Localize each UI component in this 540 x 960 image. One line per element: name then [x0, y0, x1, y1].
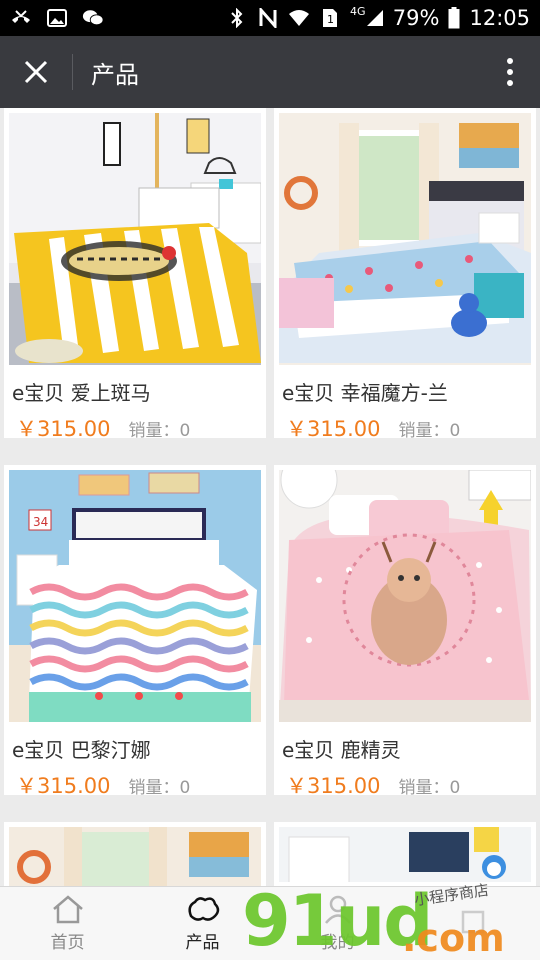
- product-card[interactable]: 34 e宝贝 巴黎汀娜 ￥315.00 销量：0: [4, 465, 266, 798]
- product-price: ￥315.00: [16, 774, 111, 798]
- tab-mine[interactable]: 我的: [270, 887, 405, 960]
- tab-products[interactable]: 产品: [135, 887, 270, 960]
- product-name: e宝贝 巴黎汀娜: [12, 738, 151, 760]
- product-price: ￥315.00: [286, 774, 381, 798]
- app-header: 产品: [0, 36, 540, 108]
- product-sales: 销量：0: [398, 421, 461, 441]
- tab-home-label: 首页: [50, 933, 85, 953]
- user-icon: [324, 895, 351, 924]
- close-icon: [24, 60, 48, 84]
- product-name: e宝贝 幸福魔方-兰: [282, 381, 448, 403]
- close-button[interactable]: [0, 36, 72, 108]
- battery-icon: [448, 7, 460, 29]
- product-card[interactable]: e宝贝 幸福魔方-兰 ￥315.00 销量：0: [274, 108, 536, 441]
- sim-icon: 1: [319, 8, 341, 28]
- product-image[interactable]: [279, 827, 531, 886]
- svg-text:34: 34: [33, 515, 48, 529]
- home-icon: [52, 895, 83, 924]
- status-bar: 1 4G 79% 12:05: [0, 0, 540, 36]
- clock: 12:05: [469, 6, 530, 30]
- wechat-icon: [82, 8, 104, 28]
- product-image[interactable]: [9, 113, 261, 365]
- product-name: e宝贝 鹿精灵: [282, 738, 401, 760]
- battery-percent: 79%: [392, 6, 440, 30]
- product-sales: 销量：0: [398, 778, 461, 798]
- status-right: 1 4G 79% 12:05: [226, 4, 530, 30]
- product-grid: e宝贝 爱上斑马 ￥315.00 销量：0 e宝贝 幸福魔方-兰 ￥315.00…: [0, 108, 540, 886]
- tab-mine-label: 我的: [320, 933, 355, 953]
- signal-icon: 4G: [350, 4, 384, 28]
- product-sales: 销量：0: [128, 421, 191, 441]
- missed-call-icon: [10, 8, 32, 28]
- product-price: ￥315.00: [286, 417, 381, 441]
- bluetooth-icon: [226, 8, 248, 28]
- product-image[interactable]: [9, 827, 261, 886]
- product-image[interactable]: 34: [9, 470, 261, 722]
- bottom-tab-bar: 首页 产品 我的: [0, 886, 540, 960]
- more-button[interactable]: [480, 36, 540, 108]
- product-card[interactable]: e宝贝 鹿精灵 ￥315.00 销量：0: [274, 465, 536, 798]
- tab-other[interactable]: [405, 887, 540, 960]
- product-card[interactable]: [274, 822, 536, 886]
- tab-products-label: 产品: [185, 933, 220, 953]
- network-type-label: 4G: [350, 4, 366, 18]
- image-icon: [46, 8, 68, 28]
- svg-text:1: 1: [327, 13, 334, 26]
- product-image[interactable]: [279, 470, 531, 722]
- other-icon: [461, 910, 484, 933]
- product-price: ￥315.00: [16, 417, 111, 441]
- product-meta: ￥315.00 销量：0: [16, 413, 266, 443]
- more-vertical-icon: [507, 58, 513, 86]
- nfc-icon: [257, 8, 279, 28]
- wifi-icon: [288, 8, 310, 28]
- cotton-icon: [187, 897, 219, 921]
- page-title: 产品: [91, 60, 139, 89]
- product-card[interactable]: [4, 822, 266, 886]
- product-meta: ￥315.00 销量：0: [286, 770, 536, 800]
- product-sales: 销量：0: [128, 778, 191, 798]
- tab-home[interactable]: 首页: [0, 887, 135, 960]
- header-divider: [72, 54, 73, 90]
- product-name: e宝贝 爱上斑马: [12, 381, 151, 403]
- product-meta: ￥315.00 销量：0: [286, 413, 536, 443]
- product-card[interactable]: e宝贝 爱上斑马 ￥315.00 销量：0: [4, 108, 266, 441]
- product-meta: ￥315.00 销量：0: [16, 770, 266, 800]
- product-image[interactable]: [279, 113, 531, 365]
- status-left: [10, 8, 104, 28]
